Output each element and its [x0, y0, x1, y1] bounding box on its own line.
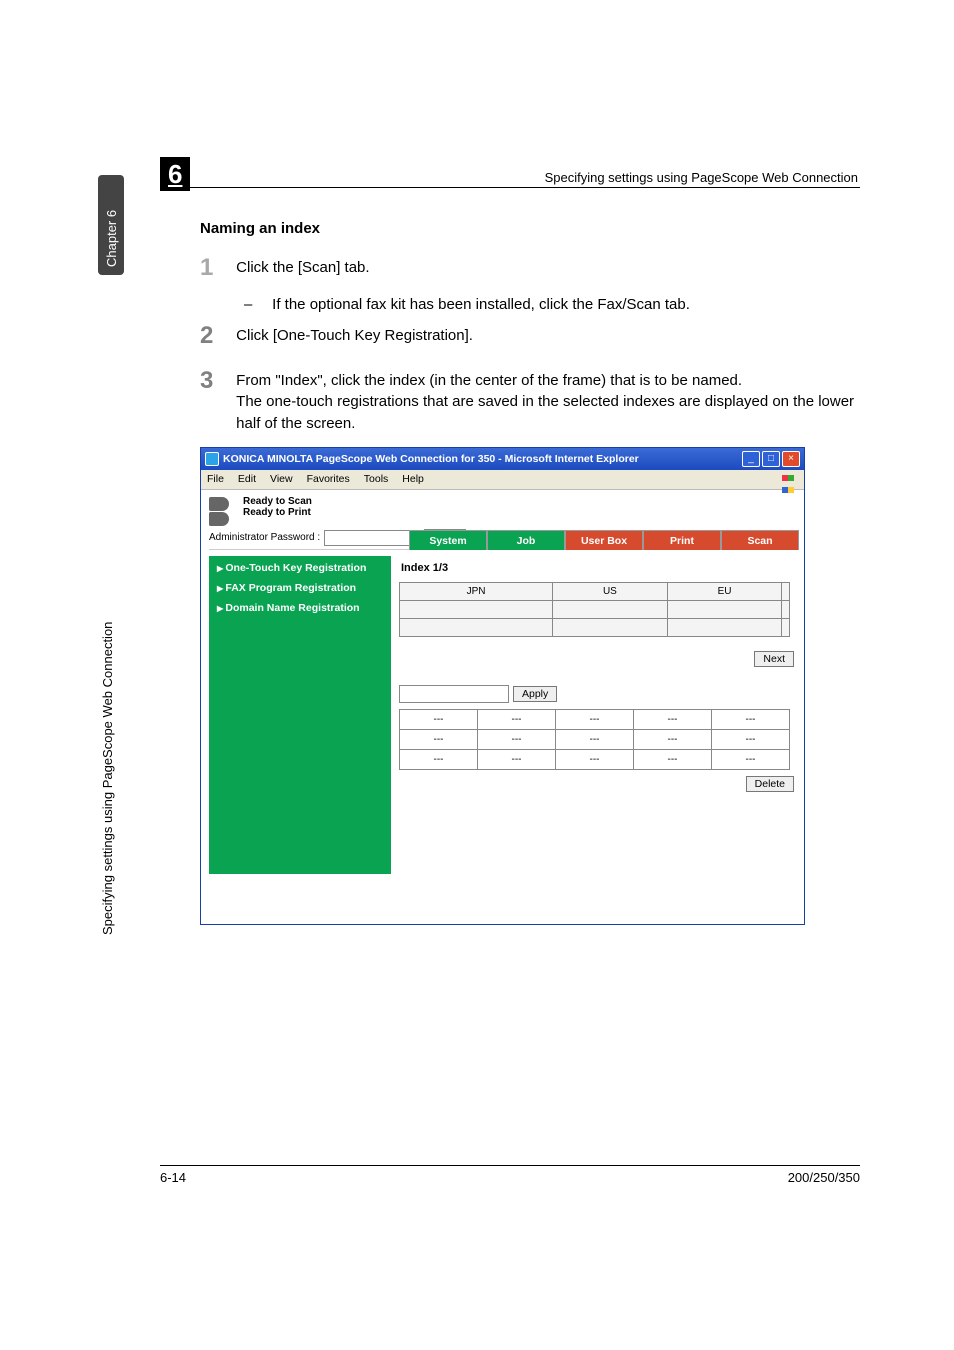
- status-icons: [209, 496, 235, 527]
- index-table: JPN US EU: [399, 582, 790, 637]
- menu-file[interactable]: File: [207, 473, 224, 485]
- grid-cell[interactable]: ---: [712, 709, 790, 729]
- delete-button[interactable]: Delete: [746, 776, 794, 792]
- main-tabs: System Job User Box Print Scan: [409, 530, 799, 550]
- admin-password-label: Administrator Password :: [209, 532, 320, 543]
- index-cell-empty-3[interactable]: [553, 600, 668, 618]
- index-cell-empty-9[interactable]: [782, 618, 790, 636]
- chapter-tab: Chapter 6: [98, 175, 124, 275]
- table-row: --- --- --- --- ---: [400, 749, 790, 769]
- admin-password-input[interactable]: [324, 530, 420, 546]
- tab-userbox[interactable]: User Box: [565, 530, 643, 550]
- page-header-title: Specifying settings using PageScope Web …: [160, 170, 860, 185]
- grid-cell[interactable]: ---: [712, 729, 790, 749]
- next-button[interactable]: Next: [754, 651, 794, 667]
- tab-print[interactable]: Print: [643, 530, 721, 550]
- index-cell-empty-5[interactable]: [782, 600, 790, 618]
- apply-button[interactable]: Apply: [513, 686, 557, 702]
- menu-edit[interactable]: Edit: [238, 473, 256, 485]
- index-cell-empty-2[interactable]: [400, 600, 553, 618]
- main-panel: Index 1/3 JPN US EU: [397, 556, 796, 874]
- status-print: Ready to Print: [243, 507, 312, 518]
- chapter-tab-label: Chapter 6: [104, 210, 119, 267]
- page-number: 6-14: [160, 1170, 186, 1185]
- step-1-num: 1: [200, 251, 232, 286]
- index-cell-empty-6[interactable]: [400, 618, 553, 636]
- side-label: Specifying settings using PageScope Web …: [100, 622, 115, 935]
- grid-cell[interactable]: ---: [478, 749, 556, 769]
- index-cell-empty-1[interactable]: [782, 582, 790, 600]
- step-2-num: 2: [200, 319, 232, 354]
- sidebar-item-fax-program[interactable]: FAX Program Registration: [211, 578, 389, 598]
- window-titlebar[interactable]: KONICA MINOLTA PageScope Web Connection …: [201, 448, 804, 470]
- ie-icon: [205, 452, 219, 466]
- grid-cell[interactable]: ---: [712, 749, 790, 769]
- menu-tools[interactable]: Tools: [364, 473, 389, 485]
- grid-cell[interactable]: ---: [400, 729, 478, 749]
- section-title: Naming an index: [200, 220, 860, 237]
- table-row: --- --- --- --- ---: [400, 709, 790, 729]
- grid-cell[interactable]: ---: [478, 729, 556, 749]
- step-1-text: Click the [Scan] tab.: [236, 251, 854, 279]
- grid-cell[interactable]: ---: [634, 709, 712, 729]
- page-footer: 6-14 200/250/350: [160, 1165, 860, 1185]
- grid-cell[interactable]: ---: [400, 709, 478, 729]
- step-1-sub-text: If the optional fax kit has been install…: [272, 296, 852, 313]
- windows-logo-icon: [782, 472, 798, 486]
- menu-help[interactable]: Help: [402, 473, 424, 485]
- index-cell-empty-4[interactable]: [667, 600, 782, 618]
- step-2-text: Click [One-Touch Key Registration].: [236, 319, 854, 347]
- minimize-icon[interactable]: _: [742, 451, 760, 467]
- sidebar-item-one-touch[interactable]: One-Touch Key Registration: [211, 558, 389, 578]
- menu-view[interactable]: View: [270, 473, 293, 485]
- grid-cell[interactable]: ---: [556, 749, 634, 769]
- dash-bullet: –: [244, 296, 268, 313]
- chapter-number: 6: [160, 157, 190, 191]
- step-1-sub: – If the optional fax kit has been insta…: [244, 296, 860, 313]
- page-header: 6 Specifying settings using PageScope We…: [160, 170, 860, 188]
- scanner-icon: [209, 497, 229, 511]
- browser-window: KONICA MINOLTA PageScope Web Connection …: [200, 447, 805, 925]
- table-row: --- --- --- --- ---: [400, 729, 790, 749]
- step-3: 3 From "Index", click the index (in the …: [200, 364, 860, 435]
- step-1: 1 Click the [Scan] tab.: [200, 251, 860, 286]
- apply-row: Apply: [399, 685, 794, 703]
- printer-icon: [209, 512, 229, 526]
- index-cell-empty-8[interactable]: [667, 618, 782, 636]
- index-label: Index 1/3: [401, 562, 794, 574]
- status-scan: Ready to Scan: [243, 496, 312, 507]
- grid-cell[interactable]: ---: [556, 709, 634, 729]
- side-panel: One-Touch Key Registration FAX Program R…: [209, 556, 391, 874]
- tab-job[interactable]: Job: [487, 530, 565, 550]
- step-3-line2: The one-touch registrations that are sav…: [236, 393, 854, 432]
- index-name-input[interactable]: [399, 685, 509, 703]
- step-2: 2 Click [One-Touch Key Registration].: [200, 319, 860, 354]
- grid-cell[interactable]: ---: [634, 749, 712, 769]
- sidebar-item-domain-name[interactable]: Domain Name Registration: [211, 598, 389, 618]
- window-title: KONICA MINOLTA PageScope Web Connection …: [223, 453, 742, 465]
- maximize-icon[interactable]: □: [762, 451, 780, 467]
- index-cell-empty-7[interactable]: [553, 618, 668, 636]
- menu-favorites[interactable]: Favorites: [307, 473, 350, 485]
- close-icon[interactable]: ×: [782, 451, 800, 467]
- tab-scan[interactable]: Scan: [721, 530, 799, 550]
- step-3-num: 3: [200, 364, 232, 399]
- tab-system[interactable]: System: [409, 530, 487, 550]
- index-cell-us[interactable]: US: [553, 582, 668, 600]
- step-3-text: From "Index", click the index (in the ce…: [236, 364, 854, 435]
- registration-grid: --- --- --- --- --- --- --- --- ---: [399, 709, 790, 770]
- grid-cell[interactable]: ---: [556, 729, 634, 749]
- index-cell-eu[interactable]: EU: [667, 582, 782, 600]
- menu-bar: File Edit View Favorites Tools Help: [201, 470, 804, 490]
- grid-cell[interactable]: ---: [478, 709, 556, 729]
- side-rail: Chapter 6 Specifying settings using Page…: [98, 175, 136, 945]
- grid-cell[interactable]: ---: [400, 749, 478, 769]
- model-label: 200/250/350: [788, 1170, 860, 1185]
- top-strip: Ready to Scan Ready to Print Administrat…: [209, 496, 796, 550]
- step-3-line1: From "Index", click the index (in the ce…: [236, 372, 742, 389]
- grid-cell[interactable]: ---: [634, 729, 712, 749]
- index-cell-jpn[interactable]: JPN: [400, 582, 553, 600]
